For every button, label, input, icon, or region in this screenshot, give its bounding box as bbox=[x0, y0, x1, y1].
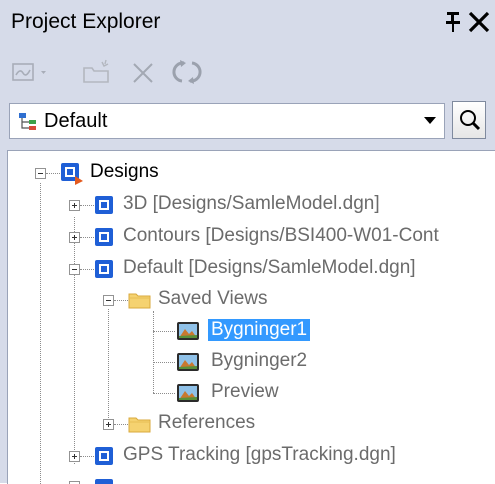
folder-icon bbox=[128, 293, 151, 309]
view-selector-row: Default bbox=[0, 98, 495, 148]
view-selector-combo[interactable]: Default bbox=[9, 103, 445, 139]
refresh-icon[interactable] bbox=[170, 58, 204, 86]
project-tree: Designs 3D [Designs/SamleModel.dgn] Cont… bbox=[7, 150, 495, 484]
design-file-icon bbox=[95, 196, 113, 214]
design-file-icon bbox=[95, 228, 113, 246]
collapse-toggle[interactable] bbox=[69, 264, 80, 275]
tree-guide-line bbox=[40, 183, 41, 484]
view-selector-value: Default bbox=[44, 110, 108, 132]
design-file-icon bbox=[95, 260, 113, 278]
hierarchy-icon bbox=[19, 113, 36, 130]
tree-node-design[interactable]: 3D [Designs/SamleModel.dgn] bbox=[123, 193, 380, 215]
pin-icon[interactable] bbox=[443, 8, 463, 34]
designs-root-icon bbox=[61, 163, 83, 185]
project-explorer-panel: Project Explorer Default Designs 3D [Des… bbox=[0, 0, 495, 484]
tree-node-saved-view[interactable]: Preview bbox=[211, 381, 279, 403]
tree-connector bbox=[153, 393, 175, 394]
expand-toggle[interactable] bbox=[69, 200, 80, 211]
design-file-icon bbox=[95, 479, 113, 484]
tree-node-folder[interactable]: References bbox=[158, 412, 255, 434]
new-folder-icon[interactable] bbox=[80, 58, 114, 86]
tree-node-design[interactable]: Default [Designs/SamleModel.dgn] bbox=[123, 257, 416, 279]
tree-connector bbox=[114, 424, 128, 425]
close-icon[interactable] bbox=[467, 8, 491, 34]
collapse-toggle[interactable] bbox=[103, 295, 114, 306]
tree-connector bbox=[46, 173, 60, 174]
search-icon bbox=[460, 110, 481, 131]
panel-title: Project Explorer bbox=[11, 10, 161, 33]
collapse-toggle[interactable] bbox=[35, 168, 46, 179]
tree-connector bbox=[80, 269, 94, 270]
tree-connector bbox=[153, 362, 175, 363]
expand-toggle[interactable] bbox=[103, 419, 114, 430]
tree-connector bbox=[114, 300, 128, 301]
delete-icon[interactable] bbox=[130, 58, 156, 86]
tree-guide-line bbox=[153, 311, 154, 393]
tree-node-designs[interactable]: Designs bbox=[90, 161, 159, 183]
tree-guide-line bbox=[108, 309, 109, 424]
add-design-icon[interactable] bbox=[11, 58, 53, 86]
expand-toggle[interactable] bbox=[69, 232, 80, 243]
tree-connector bbox=[153, 331, 175, 332]
tree-connector bbox=[80, 205, 94, 206]
chevron-down-icon[interactable] bbox=[423, 116, 437, 126]
saved-view-icon bbox=[177, 384, 199, 402]
tree-node-design[interactable]: Contours [Designs/BSI400-W01-Cont bbox=[123, 225, 439, 247]
tree-guide-line bbox=[74, 217, 75, 464]
tree-node-folder[interactable]: Saved Views bbox=[158, 288, 268, 310]
saved-view-icon bbox=[177, 322, 199, 340]
toolbar bbox=[0, 46, 495, 98]
tree-node-saved-view[interactable]: Bygninger2 bbox=[211, 350, 307, 372]
tree-connector bbox=[80, 456, 94, 457]
search-button[interactable] bbox=[452, 101, 486, 139]
design-file-icon bbox=[95, 447, 113, 465]
saved-view-icon bbox=[177, 353, 199, 371]
folder-icon bbox=[128, 417, 151, 433]
panel-titlebar: Project Explorer bbox=[0, 0, 495, 46]
expand-toggle[interactable] bbox=[69, 451, 80, 462]
tree-node-design[interactable]: GPS Tracking [gpsTracking.dgn] bbox=[123, 444, 396, 466]
tree-node-saved-view[interactable]: Bygninger1 bbox=[208, 319, 311, 341]
tree-connector bbox=[80, 237, 94, 238]
